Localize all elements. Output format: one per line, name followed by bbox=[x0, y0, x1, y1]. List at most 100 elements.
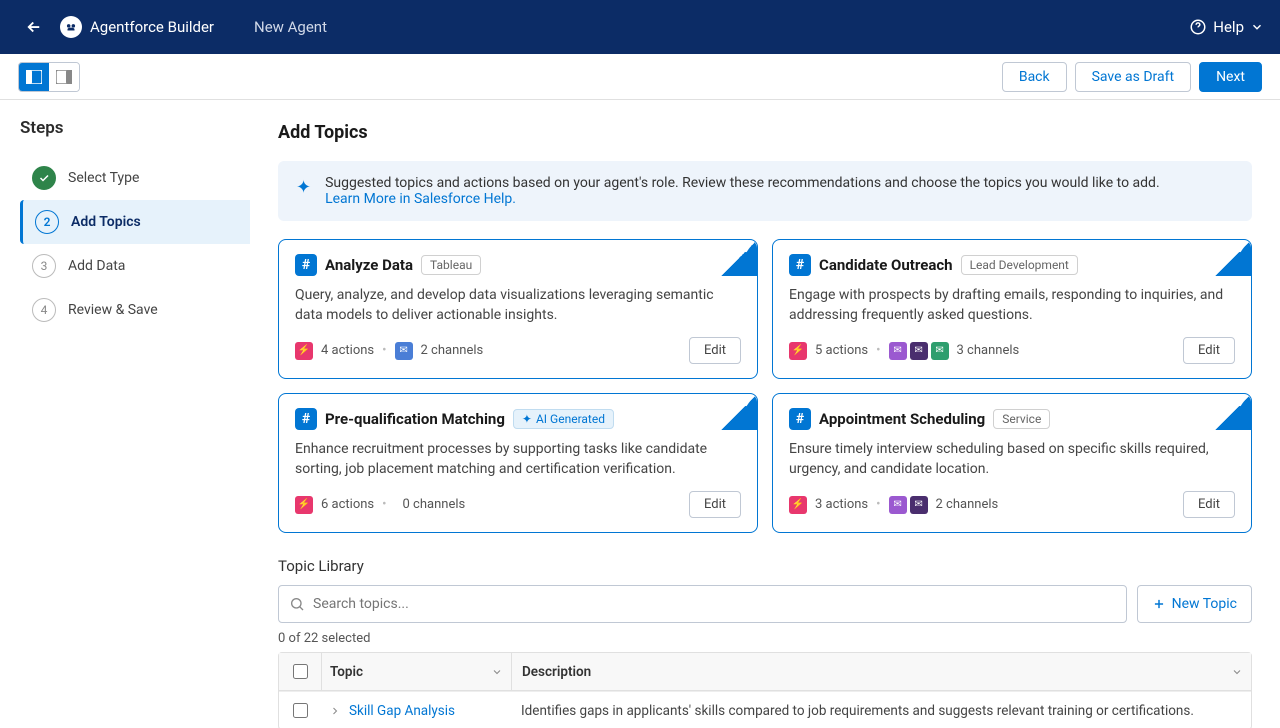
steps-sidebar: Steps Select Type 2 Add Topics 3 Add Dat… bbox=[0, 100, 250, 728]
channel-icon-dark: ✉ bbox=[910, 496, 928, 514]
select-all-checkbox[interactable] bbox=[293, 664, 308, 679]
card-description: Enhance recruitment processes by support… bbox=[295, 440, 741, 479]
step-label: Review & Save bbox=[68, 302, 158, 318]
sparkle-icon: ✦ bbox=[296, 177, 311, 207]
edit-button[interactable]: Edit bbox=[689, 491, 741, 518]
row-checkbox-cell bbox=[279, 703, 321, 718]
new-topic-label: New Topic bbox=[1172, 596, 1237, 612]
page-title: Add Topics bbox=[278, 122, 1252, 143]
col-description[interactable]: Description bbox=[511, 653, 1251, 690]
toolbar: Back Save as Draft Next bbox=[0, 54, 1280, 100]
step-num: 3 bbox=[32, 254, 56, 278]
channel-icons: ✉✉✉ bbox=[889, 342, 949, 360]
channel-icons: ✉✉ bbox=[889, 496, 928, 514]
card-description: Ensure timely interview scheduling based… bbox=[789, 440, 1235, 479]
channel-icon-purple: ✉ bbox=[889, 496, 907, 514]
col-topic-label: Topic bbox=[330, 664, 363, 680]
card-header: # Analyze Data Tableau bbox=[295, 254, 741, 276]
topic-card[interactable]: # Appointment Scheduling Service Ensure … bbox=[772, 393, 1252, 533]
selected-count: 0 of 22 selected bbox=[278, 631, 1252, 646]
channels-count: 0 channels bbox=[403, 497, 466, 512]
card-tag: Lead Development bbox=[961, 255, 1078, 275]
hash-icon: # bbox=[295, 254, 317, 276]
card-title: Candidate Outreach bbox=[819, 256, 953, 274]
separator-dot: • bbox=[876, 343, 880, 358]
row-desc-cell: Identifies gaps in applicants' skills co… bbox=[511, 692, 1251, 728]
next-button[interactable]: Next bbox=[1199, 62, 1262, 92]
step-num: 4 bbox=[32, 298, 56, 322]
channel-icons: ✉ bbox=[395, 342, 413, 360]
search-input[interactable] bbox=[313, 596, 1116, 612]
edit-button[interactable]: Edit bbox=[1183, 337, 1235, 364]
app-header: Agentforce Builder New Agent Help bbox=[0, 0, 1280, 54]
banner-link[interactable]: Learn More in Salesforce Help. bbox=[325, 191, 516, 207]
topic-card[interactable]: # Candidate Outreach Lead Development En… bbox=[772, 239, 1252, 379]
steps-heading: Steps bbox=[20, 118, 250, 138]
separator-dot: • bbox=[382, 497, 386, 512]
info-banner: ✦ Suggested topics and actions based on … bbox=[278, 161, 1252, 221]
header-checkbox-cell bbox=[279, 664, 321, 679]
bolt-icon: ⚡ bbox=[295, 496, 313, 514]
separator-dot: • bbox=[876, 497, 880, 512]
card-description: Engage with prospects by drafting emails… bbox=[789, 286, 1235, 325]
card-footer: ⚡ 6 actions • 0 channels Edit bbox=[295, 491, 741, 518]
table-header: Topic Description bbox=[279, 653, 1251, 691]
card-tag: Tableau bbox=[421, 255, 481, 275]
edit-button[interactable]: Edit bbox=[689, 337, 741, 364]
new-topic-button[interactable]: New Topic bbox=[1137, 585, 1252, 623]
step-label: Add Data bbox=[68, 258, 125, 274]
chevron-down-icon bbox=[491, 666, 503, 678]
card-title: Analyze Data bbox=[325, 256, 413, 274]
step-review-save[interactable]: 4 Review & Save bbox=[20, 288, 250, 332]
topic-card[interactable]: # Pre-qualification Matching ✦ AI Genera… bbox=[278, 393, 758, 533]
search-icon bbox=[289, 596, 305, 612]
selected-corner-icon bbox=[721, 240, 757, 276]
card-footer: ⚡ 5 actions • ✉✉✉ 3 channels Edit bbox=[789, 337, 1235, 364]
step-add-data[interactable]: 3 Add Data bbox=[20, 244, 250, 288]
search-box[interactable] bbox=[278, 585, 1127, 623]
edit-button[interactable]: Edit bbox=[1183, 491, 1235, 518]
channel-icon-green: ✉ bbox=[931, 342, 949, 360]
card-description: Query, analyze, and develop data visuali… bbox=[295, 286, 741, 325]
view-panel-left-button[interactable] bbox=[19, 63, 49, 91]
actions-count: 3 actions bbox=[815, 497, 868, 512]
card-tag-ai: ✦ AI Generated bbox=[513, 409, 614, 429]
bolt-icon: ⚡ bbox=[789, 342, 807, 360]
step-label: Select Type bbox=[68, 170, 139, 186]
card-header: # Appointment Scheduling Service bbox=[789, 408, 1235, 430]
library-title: Topic Library bbox=[278, 557, 1252, 575]
back-arrow-button[interactable] bbox=[16, 9, 52, 45]
step-add-topics[interactable]: 2 Add Topics bbox=[20, 200, 250, 244]
view-panel-right-button[interactable] bbox=[49, 63, 79, 91]
row-checkbox[interactable] bbox=[293, 703, 308, 718]
step-select-type[interactable]: Select Type bbox=[20, 156, 250, 200]
topic-library-table: Topic Description Skill Gap Analysis Ide… bbox=[278, 652, 1252, 728]
bolt-icon: ⚡ bbox=[295, 342, 313, 360]
separator-dot: • bbox=[382, 343, 386, 358]
card-header: # Candidate Outreach Lead Development bbox=[789, 254, 1235, 276]
brand-name: Agentforce Builder bbox=[90, 18, 214, 36]
toolbar-actions: Back Save as Draft Next bbox=[1002, 62, 1262, 92]
col-topic[interactable]: Topic bbox=[321, 653, 511, 690]
table-row[interactable]: Skill Gap Analysis Identifies gaps in ap… bbox=[279, 691, 1251, 728]
arrow-left-icon bbox=[25, 18, 43, 36]
step-num: 2 bbox=[35, 210, 59, 234]
step-label: Add Topics bbox=[71, 214, 141, 230]
bolt-icon: ⚡ bbox=[789, 496, 807, 514]
topic-card[interactable]: # Analyze Data Tableau Query, analyze, a… bbox=[278, 239, 758, 379]
actions-count: 5 actions bbox=[815, 343, 868, 358]
chevron-right-icon[interactable] bbox=[329, 705, 341, 717]
selected-corner-icon bbox=[1215, 394, 1251, 430]
chevron-down-icon bbox=[1250, 20, 1264, 34]
row-topic-name[interactable]: Skill Gap Analysis bbox=[349, 703, 455, 719]
banner-message: Suggested topics and actions based on yo… bbox=[325, 175, 1160, 191]
row-topic-cell: Skill Gap Analysis bbox=[321, 692, 511, 728]
actions-count: 4 actions bbox=[321, 343, 374, 358]
help-menu[interactable]: Help bbox=[1189, 18, 1264, 36]
panel-right-icon bbox=[56, 70, 72, 84]
save-draft-button[interactable]: Save as Draft bbox=[1075, 62, 1191, 92]
header-subtitle: New Agent bbox=[254, 18, 327, 36]
back-button[interactable]: Back bbox=[1002, 62, 1067, 92]
channels-count: 2 channels bbox=[936, 497, 999, 512]
main-content: Add Topics ✦ Suggested topics and action… bbox=[250, 100, 1280, 728]
